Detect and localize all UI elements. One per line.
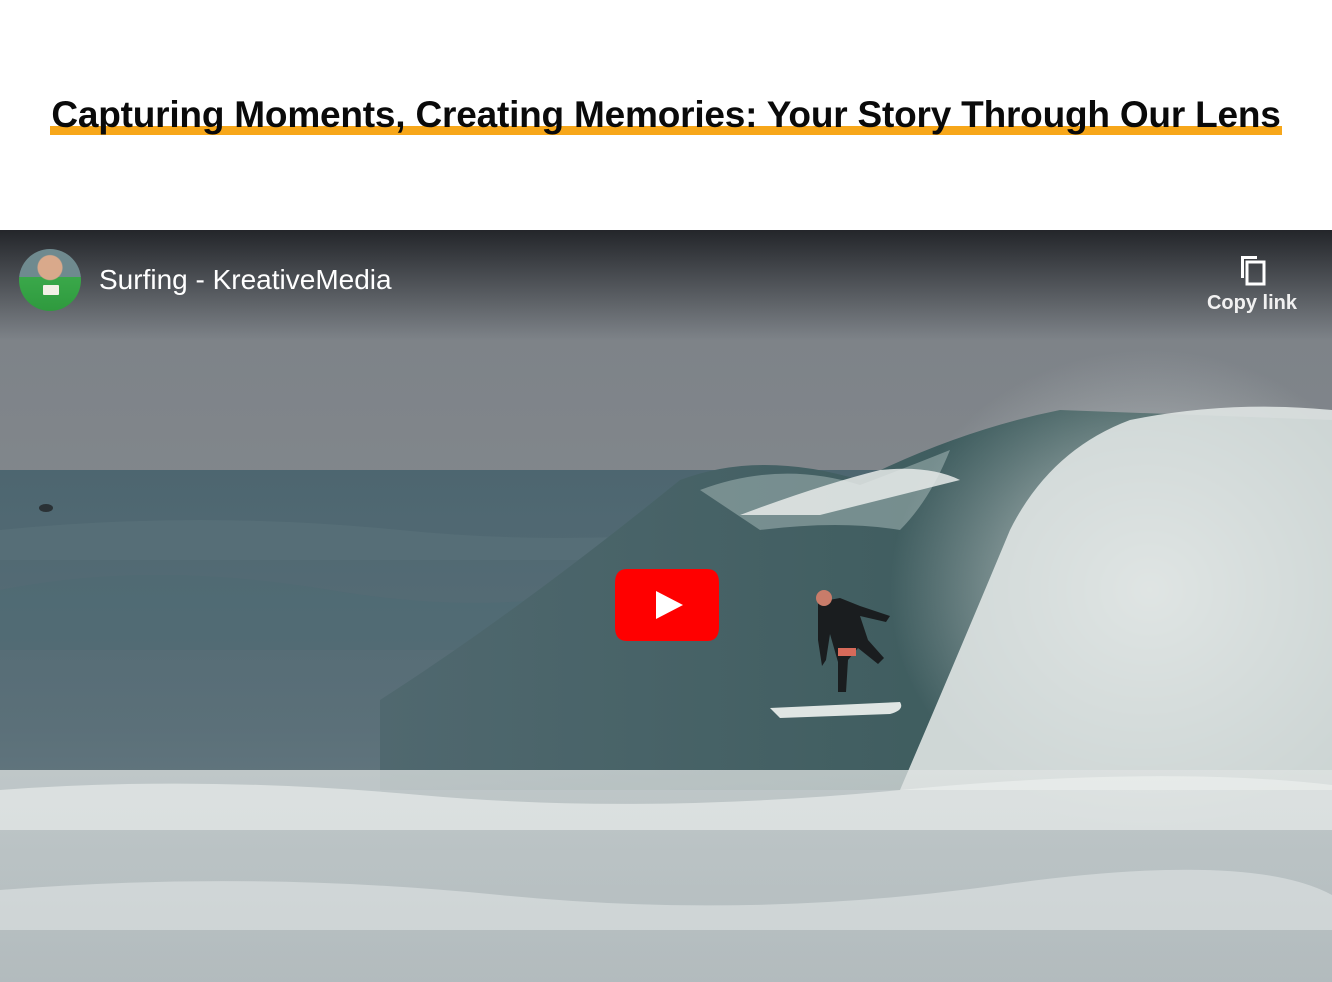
headline-container: Capturing Moments, Creating Memories: Yo… (0, 92, 1332, 138)
avatar-jersey-patch (43, 285, 59, 295)
youtube-play-icon (615, 569, 719, 641)
copy-link-label: Copy link (1206, 292, 1297, 314)
channel-avatar[interactable] (19, 249, 81, 311)
page: Capturing Moments, Creating Memories: Yo… (0, 0, 1332, 982)
page-headline: Capturing Moments, Creating Memories: Yo… (50, 94, 1282, 135)
copy-link-button[interactable]: Copy link (1204, 252, 1300, 315)
video-title[interactable]: Surfing - KreativeMedia (99, 264, 392, 296)
play-button[interactable] (613, 567, 721, 643)
copy-icon (1241, 256, 1266, 286)
video-embed[interactable]: Surfing - KreativeMedia Copy link (0, 230, 1332, 982)
